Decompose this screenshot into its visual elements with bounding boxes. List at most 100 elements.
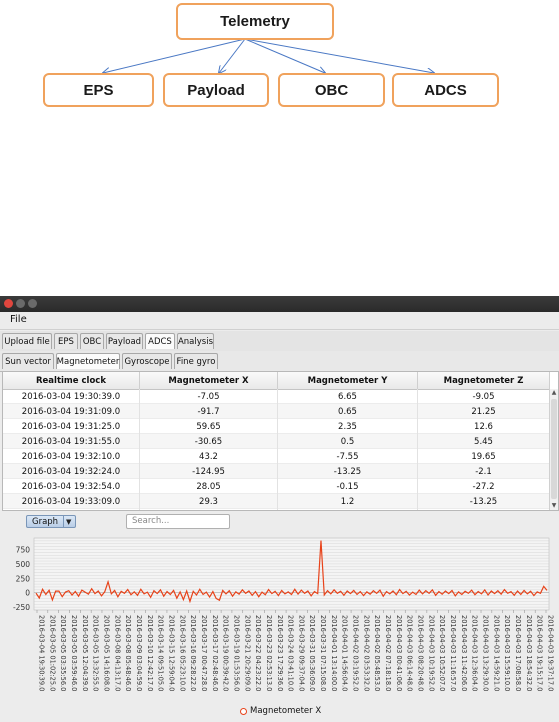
table-row[interactable]: 2016-03-04 19:32:10.0 43.2 -7.55 19.65 — [3, 449, 550, 464]
table-cell: 2016-03-04 19:31:55.0 — [3, 434, 140, 449]
x-tick-label: 2016-04-02 03:19:52.0 — [352, 615, 360, 691]
table-cell: 59.65 — [140, 419, 278, 434]
table-cell: 5.45 — [418, 434, 550, 449]
x-tick-label: 2016-03-21 20:29:09.0 — [243, 615, 251, 691]
tab-obc[interactable]: OBC — [80, 333, 104, 349]
y-tick-label: 250 — [16, 574, 31, 583]
maximize-window-button[interactable] — [28, 299, 37, 308]
graph-type-dropdown[interactable]: Graph ▼ — [26, 515, 76, 528]
table-cell: 28.05 — [140, 479, 278, 494]
search-input[interactable]: Search... — [126, 514, 230, 529]
scrollbar-thumb[interactable] — [551, 399, 557, 499]
table-row[interactable]: 2016-03-04 19:33:25.0-68.58.05-10.05 — [3, 509, 550, 510]
x-tick-label: 2016-04-03 19:37:17.0 — [547, 615, 555, 691]
x-tick-label: 2016-03-05 03:59:46.0 — [70, 615, 78, 691]
arrow-to-eps — [103, 38, 246, 73]
magnetometer-chart: 7505002500-2502016-03-04 19:30:39.0 2016-… — [13, 537, 555, 691]
magnetometer-table: Realtime clock Magnetometer X Magnetomet… — [2, 371, 559, 511]
close-window-button[interactable] — [4, 299, 13, 308]
table-cell: -30.65 — [140, 434, 278, 449]
x-tick-label: 2016-03-19 01:53:56.0 — [232, 615, 240, 691]
y-tick-label: -250 — [13, 603, 30, 612]
arrow-to-obc — [244, 38, 325, 73]
column-header-realtime-clock[interactable]: Realtime clock — [3, 372, 140, 389]
x-tick-label: 2016-03-16 05:23:10.0 — [178, 615, 186, 691]
tab-adcs[interactable]: ADCS — [145, 333, 175, 349]
x-tick-label: 2016-03-08 04:13:17.0 — [113, 615, 121, 691]
table-cell: -13.25 — [418, 494, 550, 509]
table-cell: 2016-03-04 19:30:39.0 — [3, 389, 140, 404]
x-tick-label: 2016-03-14 09:51:05.0 — [157, 615, 165, 691]
tab-analysis[interactable]: Analysis — [177, 333, 214, 349]
x-tick-label: 2016-03-29 09:37:04.0 — [297, 615, 305, 691]
x-tick-label: 2016-04-03 15:59:10.0 — [503, 615, 511, 691]
x-tick-label: 2016-04-02 07:18:18.0 — [384, 615, 392, 691]
table-cell: -27.2 — [418, 479, 550, 494]
column-header-magnetometer-y[interactable]: Magnetometer Y — [278, 372, 418, 389]
menu-file[interactable]: File — [10, 314, 27, 325]
x-tick-label: 2016-04-03 13:29:30.0 — [482, 615, 490, 691]
x-tick-label: 2016-03-31 05:36:09.0 — [308, 615, 316, 691]
table-row[interactable]: 2016-03-04 19:31:25.0 59.65 2.35 12.6 — [3, 419, 550, 434]
x-tick-label: 2016-04-03 11:16:57.0 — [449, 615, 457, 691]
x-tick-label: 2016-03-15 12:59:04.0 — [167, 615, 175, 691]
tab-payload[interactable]: Payload — [106, 333, 143, 349]
legend-label: Magnetometer X — [250, 706, 322, 716]
subtab-magnetometer[interactable]: Magnetometer — [56, 353, 120, 369]
x-tick-label: 2016-04-02 05:48:53.0 — [373, 615, 381, 691]
scroll-up-icon[interactable]: ▲ — [550, 389, 558, 397]
x-tick-label: 2016-03-10 12:42:17.0 — [146, 615, 154, 691]
table-row[interactable]: 2016-03-04 19:33:09.0 29.3 1.2 -13.25 — [3, 494, 550, 509]
table-row[interactable]: 2016-03-04 19:30:39.0 -7.05 6.65 -9.05 — [3, 389, 550, 404]
table-row[interactable]: 2016-03-04 19:31:55.0 -30.65 0.5 5.45 — [3, 434, 550, 449]
chevron-down-icon[interactable]: ▼ — [66, 516, 71, 528]
x-tick-label: 2016-04-02 03:53:32.0 — [362, 615, 370, 691]
table-row[interactable]: 2016-03-04 19:32:24.0 -124.95 -13.25 -2.1 — [3, 464, 550, 479]
title-bar — [0, 296, 559, 312]
legend-marker-icon — [240, 707, 247, 715]
table-cell: -9.05 — [418, 389, 550, 404]
subtab-sun-vector[interactable]: Sun vector — [2, 353, 54, 369]
minimize-window-button[interactable] — [16, 299, 25, 308]
dropdown-separator — [63, 516, 64, 527]
graph-button-label: Graph — [32, 517, 59, 527]
table-cell: -13.25 — [278, 464, 418, 479]
x-tick-label: 2016-03-05 14:16:08.0 — [102, 615, 110, 691]
x-tick-label: 2016-04-03 14:59:21.0 — [492, 615, 500, 691]
table-cell: 6.65 — [278, 389, 418, 404]
table-cell: 8.05 — [278, 509, 418, 510]
table-cell: 21.25 — [418, 404, 550, 419]
table-cell: -10.05 — [418, 509, 550, 510]
table-cell: 19.65 — [418, 449, 550, 464]
x-tick-label: 2016-03-09 03:04:59.0 — [135, 615, 143, 691]
tab-upload-file[interactable]: Upload file — [2, 333, 52, 349]
node-eps: EPS — [43, 73, 154, 107]
subtab-gyroscope[interactable]: Gyroscope — [122, 353, 172, 369]
x-tick-label: 2016-03-17 02:48:46.0 — [211, 615, 219, 691]
tab-eps[interactable]: EPS — [54, 333, 78, 349]
diagram-arrows — [103, 38, 434, 73]
x-tick-label: 2016-03-24 03:41:10.0 — [287, 615, 295, 691]
x-tick-label: 2016-04-01 13:14:00.0 — [330, 615, 338, 691]
table-cell: 0.5 — [278, 434, 418, 449]
table-cell: -68.5 — [140, 509, 278, 510]
x-tick-label: 2016-04-03 06:14:48.0 — [406, 615, 414, 691]
x-tick-label: 2016-03-08 05:48:46.0 — [124, 615, 132, 691]
subtab-fine-gyro[interactable]: Fine gyro — [174, 353, 218, 369]
table-scrollbar[interactable]: ▲ ▼ — [549, 389, 558, 510]
scroll-down-icon[interactable]: ▼ — [550, 502, 558, 510]
x-tick-label: 2016-03-05 03:35:56.0 — [59, 615, 67, 691]
x-tick-label: 2016-04-03 10:52:07.0 — [438, 615, 446, 691]
node-obc: OBC — [278, 73, 385, 107]
column-header-magnetometer-x[interactable]: Magnetometer X — [140, 372, 278, 389]
x-tick-label: 2016-04-03 12:36:04.0 — [471, 615, 479, 691]
x-tick-label: 2016-04-03 10:19:52.0 — [427, 615, 435, 691]
x-tick-label: 2016-04-03 00:41:06.0 — [395, 615, 403, 691]
node-payload: Payload — [163, 73, 269, 107]
table-row[interactable]: 2016-03-04 19:32:54.0 28.05 -0.15 -27.2 — [3, 479, 550, 494]
table-cell: 29.3 — [140, 494, 278, 509]
column-header-magnetometer-z[interactable]: Magnetometer Z — [418, 372, 550, 389]
x-tick-label: 2016-03-22 04:23:22.0 — [254, 615, 262, 691]
table-row[interactable]: 2016-03-04 19:31:09.0 -91.7 0.65 21.25 — [3, 404, 550, 419]
x-tick-label: 2016-03-04 19:30:39.0 — [38, 615, 46, 691]
